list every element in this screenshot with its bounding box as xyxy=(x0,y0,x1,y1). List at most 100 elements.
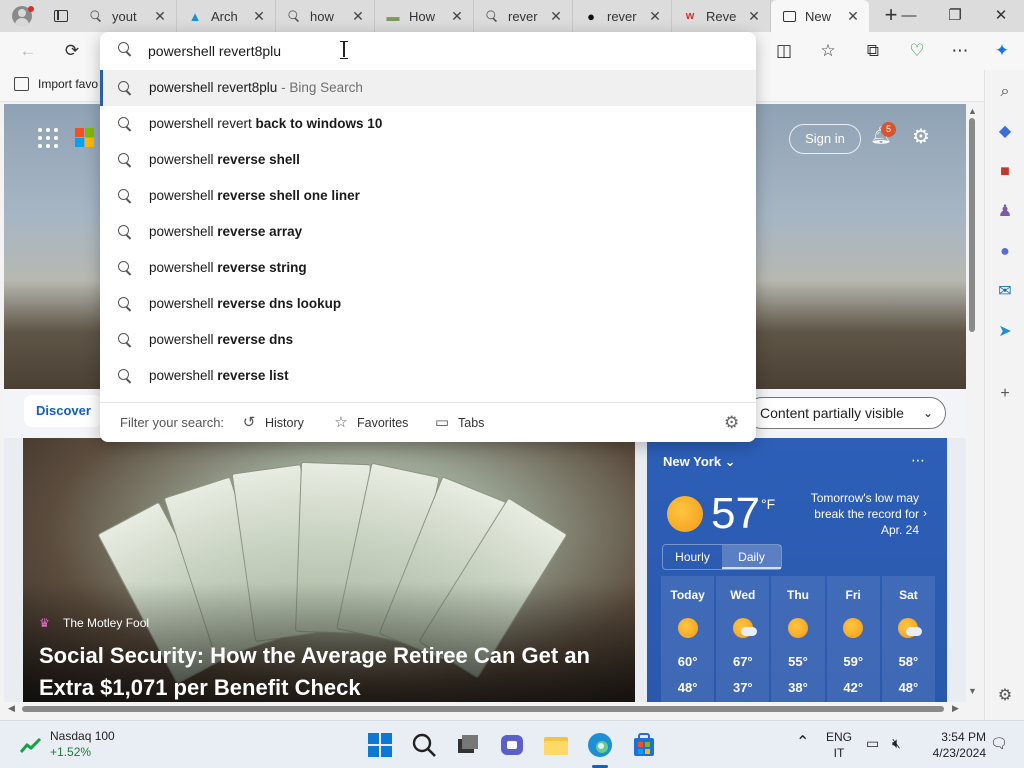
more-menu-button[interactable]: ⋯ xyxy=(946,37,974,65)
weather-more-icon[interactable]: ⋯ xyxy=(911,452,925,469)
suggestion-item[interactable]: powershell reverse list xyxy=(100,358,756,394)
task-view-icon[interactable] xyxy=(452,729,484,761)
close-icon[interactable]: ✕ xyxy=(548,8,564,24)
tab-8-active[interactable]: New ✕ xyxy=(771,0,869,32)
favorites-button[interactable]: ☆ xyxy=(814,37,842,65)
scroll-up-icon[interactable]: ▲ xyxy=(968,106,977,116)
copilot-button[interactable]: ✦ xyxy=(988,37,1016,65)
suggestion-item[interactable]: powershell revert8plu - Bing Search xyxy=(100,70,756,106)
scroll-thumb[interactable] xyxy=(969,118,975,332)
discover-tab[interactable]: Discover xyxy=(24,395,102,427)
sidebar-games-icon[interactable]: ♟ xyxy=(995,202,1015,222)
forecast-day[interactable]: Fri 59° 42° xyxy=(826,576,880,702)
news-headline[interactable]: Social Security: How the Average Retiree… xyxy=(39,640,629,702)
clock[interactable]: 3:54 PM 4/23/2024 xyxy=(920,729,986,761)
filter-favorites-button[interactable]: ☆ Favorites xyxy=(332,414,408,432)
network-icon[interactable]: ▭ xyxy=(866,735,879,751)
close-window-button[interactable]: ✕ xyxy=(978,0,1024,32)
scroll-right-icon[interactable]: ▶ xyxy=(952,703,959,714)
newtab-icon xyxy=(781,8,797,24)
weather-note[interactable]: Tomorrow's low may break the record for … xyxy=(793,490,919,538)
forecast-day[interactable]: Today 60° 48° xyxy=(661,576,715,702)
chevron-right-icon[interactable]: › xyxy=(923,506,927,520)
close-icon[interactable]: ✕ xyxy=(449,8,465,24)
suggestion-item[interactable]: powershell reverse dns lookup xyxy=(100,286,756,322)
close-icon[interactable]: ✕ xyxy=(251,8,267,24)
sign-in-button[interactable]: Sign in xyxy=(789,124,861,154)
app-launcher-icon[interactable] xyxy=(38,128,58,148)
tab-5[interactable]: rever ✕ xyxy=(474,0,573,32)
weather-card[interactable]: New York ⌄ ⋯ 57 °F Tomorrow's low may br… xyxy=(647,438,947,702)
store-icon[interactable] xyxy=(628,729,660,761)
refresh-button[interactable]: ⟳ xyxy=(58,37,86,65)
profile-button[interactable] xyxy=(0,0,44,32)
filter-tabs-label: Tabs xyxy=(458,416,485,430)
back-button[interactable]: ← xyxy=(14,37,42,65)
suggestion-item[interactable]: powershell reverse array xyxy=(100,214,756,250)
sidebar-shopping-icon[interactable]: ◆ xyxy=(995,122,1015,142)
suggestion-item[interactable]: powershell reverse shell one liner xyxy=(100,178,756,214)
edge-browser-icon[interactable] xyxy=(584,729,616,761)
close-icon[interactable]: ✕ xyxy=(350,8,366,24)
scroll-thumb[interactable] xyxy=(22,706,944,712)
notification-center-icon[interactable]: 🗨︎ xyxy=(990,735,1008,751)
page-settings-icon[interactable]: ⚙ xyxy=(910,126,932,148)
scroll-left-icon[interactable]: ◀ xyxy=(8,703,15,714)
taskbar-search-icon[interactable] xyxy=(408,729,440,761)
sidebar-drop-icon[interactable]: ➤ xyxy=(995,322,1015,342)
horizontal-scrollbar[interactable]: ◀ ▶ xyxy=(4,702,966,716)
volume-icon[interactable]: 🔇︎ xyxy=(892,735,901,751)
close-icon[interactable]: ✕ xyxy=(845,8,861,24)
close-icon[interactable]: ✕ xyxy=(647,8,663,24)
tab-7[interactable]: w Reve ✕ xyxy=(672,0,771,32)
tab-4[interactable]: ▬ How ✕ xyxy=(375,0,474,32)
chevron-up-icon[interactable]: ⌃ xyxy=(796,735,809,751)
scroll-down-icon[interactable]: ▼ xyxy=(968,686,977,696)
sidebar-tools-icon[interactable]: ■ xyxy=(995,162,1015,182)
news-card[interactable]: ♛ The Motley Fool Social Security: How t… xyxy=(23,438,635,702)
tab-1[interactable]: yout ✕ xyxy=(78,0,177,32)
suggestion-item[interactable]: powershell reverse dns xyxy=(100,322,756,358)
collections-button[interactable]: ⧉ xyxy=(859,37,887,65)
address-input[interactable] xyxy=(148,40,708,62)
tab-3[interactable]: how ✕ xyxy=(276,0,375,32)
split-screen-button[interactable]: ◫ xyxy=(770,37,798,65)
windows-start-icon[interactable] xyxy=(364,729,396,761)
sidebar-add-icon[interactable]: + xyxy=(995,384,1015,404)
tab-actions-button[interactable] xyxy=(44,0,78,32)
sidebar-settings-icon[interactable]: ⚙ xyxy=(995,686,1015,706)
tab-label: rever xyxy=(607,8,637,24)
vertical-scrollbar[interactable]: ▲ ▼ xyxy=(966,104,978,702)
forecast-day[interactable]: Sat 58° 48° xyxy=(881,576,936,702)
history-icon: ↺ xyxy=(242,414,256,431)
import-favorites-button[interactable]: Import favo xyxy=(14,77,98,91)
forecast-day[interactable]: Wed 67° 37° xyxy=(716,576,770,702)
hourly-tab[interactable]: Hourly xyxy=(663,545,722,569)
forecast-day[interactable]: Thu 55° 38° xyxy=(771,576,825,702)
weather-location[interactable]: New York ⌄ xyxy=(663,454,736,470)
tab-6[interactable]: ● rever ✕ xyxy=(573,0,672,32)
teams-chat-icon[interactable] xyxy=(496,729,528,761)
sidebar-m365-icon[interactable]: ● xyxy=(995,242,1015,262)
suggestion-item[interactable]: powershell reverse shell xyxy=(100,142,756,178)
close-icon[interactable]: ✕ xyxy=(746,8,762,24)
daily-tab[interactable]: Daily xyxy=(722,545,781,569)
minimize-button[interactable]: — xyxy=(886,0,932,32)
tab-2[interactable]: ▲ Arch ✕ xyxy=(177,0,276,32)
filter-tabs-button[interactable]: ▭ Tabs xyxy=(433,414,485,432)
filter-history-button[interactable]: ↺ History xyxy=(240,414,304,432)
maximize-button[interactable]: ❐ xyxy=(932,0,978,32)
day-high: 55° xyxy=(788,654,808,669)
sidebar-outlook-icon[interactable]: ✉ xyxy=(995,282,1015,302)
suggestion-settings-icon[interactable]: ⚙ xyxy=(724,413,739,433)
stock-widget[interactable]: Nasdaq 100 +1.52% xyxy=(20,729,115,759)
weather-view-toggle: Hourly Daily xyxy=(662,544,782,570)
sidebar-search-icon[interactable]: ⌕ xyxy=(995,82,1015,102)
browser-essentials-button[interactable]: ♡ xyxy=(903,37,931,65)
content-visibility-dropdown[interactable]: Content partially visible ⌄ xyxy=(746,397,946,429)
language-indicator[interactable]: ENG IT xyxy=(824,729,854,761)
suggestion-item[interactable]: powershell revert back to windows 10 xyxy=(100,106,756,142)
close-icon[interactable]: ✕ xyxy=(152,8,168,24)
suggestion-item[interactable]: powershell reverse string xyxy=(100,250,756,286)
file-explorer-icon[interactable] xyxy=(540,729,572,761)
